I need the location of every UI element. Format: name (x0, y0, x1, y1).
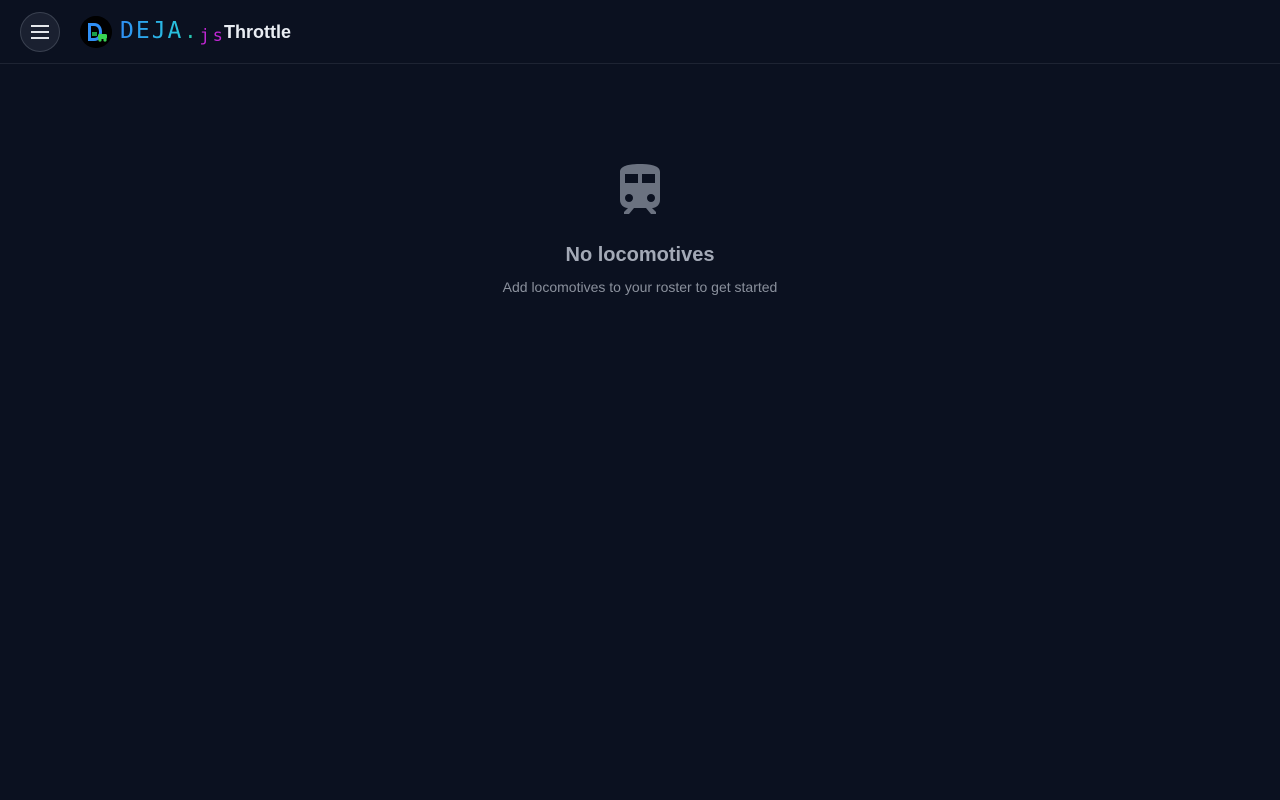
brand-suffix-text: js (199, 26, 226, 46)
train-icon (620, 164, 660, 214)
brand-dot-text: . (184, 19, 197, 43)
hamburger-menu-icon (31, 25, 49, 39)
menu-button[interactable] (20, 12, 60, 52)
throttle-app: DEJA . js Throttle No locomotives Add lo… (0, 0, 1280, 800)
empty-state: No locomotives Add locomotives to your r… (0, 160, 1280, 297)
top-app-bar: DEJA . js Throttle (0, 0, 1280, 64)
brand-main-text: DEJA (120, 18, 184, 44)
brand-wordmark: DEJA . js (120, 18, 226, 48)
empty-state-title: No locomotives (565, 244, 715, 266)
deja-logo-icon[interactable] (80, 16, 112, 48)
empty-state-subtitle: Add locomotives to your roster to get st… (502, 279, 778, 295)
page-title: Throttle (224, 22, 291, 42)
